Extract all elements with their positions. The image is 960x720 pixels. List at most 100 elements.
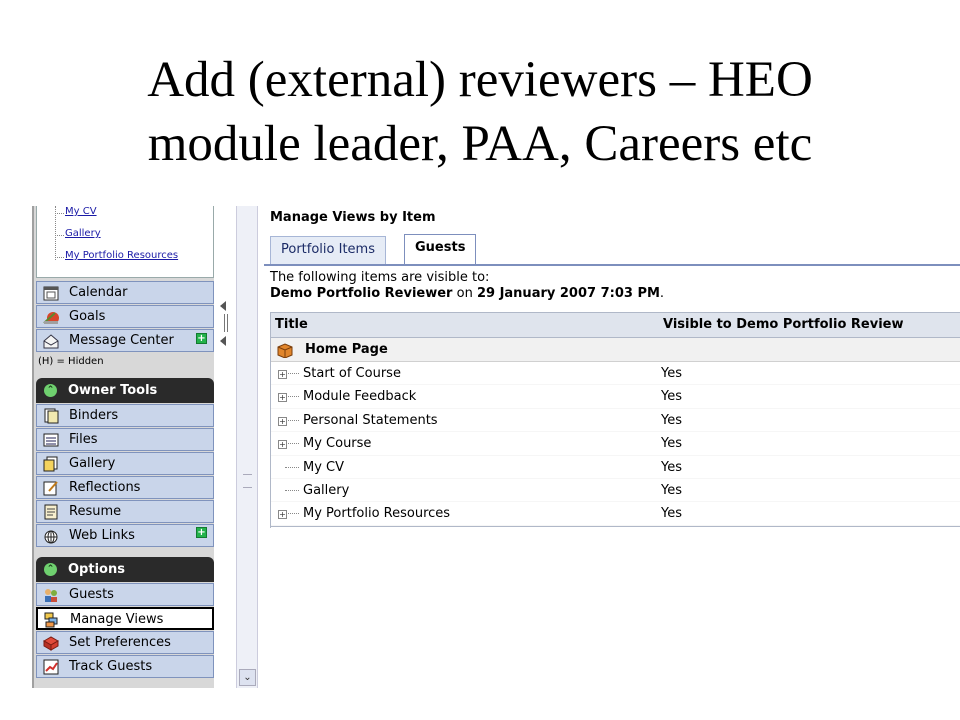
panel-splitter[interactable] bbox=[214, 206, 236, 688]
collapse-chevron-icon[interactable]: ⌃ bbox=[44, 563, 57, 576]
sidebar-item-set-preferences[interactable]: Set Preferences bbox=[36, 631, 214, 654]
visible-date: 29 January 2007 7:03 PM bbox=[476, 286, 660, 301]
tree-link-portfolio-resources[interactable]: My Portfolio Resources bbox=[65, 250, 178, 261]
expand-icon[interactable]: + bbox=[278, 416, 287, 426]
row-visible: Yes bbox=[661, 482, 682, 498]
sidebar-item-label: Track Guests bbox=[69, 659, 153, 674]
sidebar-scrollbar[interactable]: ⌄ bbox=[236, 206, 258, 688]
column-header-visible[interactable]: Visible to Demo Portfolio Review bbox=[663, 313, 904, 337]
tree-connector bbox=[288, 443, 299, 445]
visibility-detail: Demo Portfolio Reviewer on 29 January 20… bbox=[270, 286, 664, 302]
visibility-summary: The following items are visible to: Demo… bbox=[270, 270, 664, 302]
expand-icon[interactable]: + bbox=[278, 440, 287, 450]
table-row[interactable]: + Personal Statements Yes bbox=[271, 409, 960, 433]
sidebar-item-track-guests[interactable]: Track Guests bbox=[36, 655, 214, 678]
resume-icon bbox=[43, 504, 59, 520]
expand-icon[interactable]: + bbox=[278, 510, 287, 520]
track-guests-icon bbox=[43, 659, 59, 675]
tree-connector bbox=[288, 396, 299, 398]
table-row[interactable]: My CV Yes bbox=[271, 456, 960, 479]
sidebar-item-message-center[interactable]: Message Center + bbox=[36, 329, 214, 352]
tree-link-gallery[interactable]: Gallery bbox=[65, 228, 101, 239]
row-title: My Portfolio Resources bbox=[303, 506, 451, 522]
sidebar-item-gallery[interactable]: Gallery bbox=[36, 452, 214, 475]
box-icon bbox=[277, 342, 293, 359]
sentence-period: . bbox=[659, 286, 665, 301]
visibility-intro: The following items are visible to: bbox=[270, 270, 490, 285]
row-visible: Yes bbox=[661, 506, 682, 522]
row-visible: Yes bbox=[661, 366, 682, 381]
tab-divider bbox=[264, 264, 960, 266]
tree-link-my-cv[interactable]: My CV bbox=[65, 206, 97, 217]
splitter-grip-icon[interactable] bbox=[224, 314, 228, 332]
guests-icon bbox=[43, 587, 59, 603]
add-web-link-icon[interactable]: + bbox=[196, 527, 207, 538]
collapse-left-arrow-icon[interactable] bbox=[220, 336, 226, 346]
row-visible: Yes bbox=[661, 389, 682, 405]
page-title: Manage Views by Item bbox=[270, 210, 436, 225]
sidebar-item-manage-views[interactable]: Manage Views bbox=[36, 607, 214, 630]
expand-icon[interactable]: + bbox=[278, 370, 287, 379]
row-title: Gallery bbox=[303, 482, 350, 498]
group-label: Home Page bbox=[305, 342, 388, 357]
sidebar-item-label: Goals bbox=[69, 309, 106, 324]
options-header[interactable]: ⌃ Options bbox=[36, 557, 214, 582]
table-row[interactable]: + My Portfolio Resources Yes bbox=[271, 502, 960, 526]
tree-connector bbox=[288, 513, 299, 515]
tree-connector bbox=[55, 206, 56, 260]
owner-tools-label: Owner Tools bbox=[68, 383, 158, 398]
sidebar-item-files[interactable]: Files bbox=[36, 428, 214, 451]
collapse-left-arrow-icon[interactable] bbox=[220, 301, 226, 311]
row-title: Personal Statements bbox=[303, 412, 438, 428]
sidebar-item-label: Reflections bbox=[69, 480, 141, 495]
sidebar: My CV Gallery My Portfolio Resources Cal… bbox=[32, 206, 214, 688]
sidebar-item-guests[interactable]: Guests bbox=[36, 583, 214, 606]
sidebar-item-label: Web Links bbox=[69, 528, 135, 543]
tree-connector bbox=[285, 489, 299, 491]
tree-connector bbox=[285, 466, 299, 468]
sidebar-item-label: Gallery bbox=[69, 456, 116, 471]
table-row[interactable]: + Module Feedback Yes bbox=[271, 385, 960, 409]
row-title: Module Feedback bbox=[303, 389, 417, 405]
sidebar-item-calendar[interactable]: Calendar bbox=[36, 281, 214, 304]
sidebar-item-binders[interactable]: Binders bbox=[36, 404, 214, 427]
row-title: Start of Course bbox=[303, 366, 401, 381]
expand-icon[interactable]: + bbox=[278, 393, 287, 403]
table-bottom-border bbox=[271, 525, 960, 528]
sidebar-item-label: Manage Views bbox=[70, 612, 164, 627]
sidebar-item-resume[interactable]: Resume bbox=[36, 500, 214, 523]
collapse-chevron-icon[interactable]: ⌃ bbox=[44, 384, 57, 397]
sidebar-item-goals[interactable]: Goals bbox=[36, 305, 214, 328]
table-row[interactable]: + My Course Yes bbox=[271, 432, 960, 456]
scroll-grip-icon[interactable] bbox=[243, 474, 252, 488]
tab-portfolio-items[interactable]: Portfolio Items bbox=[270, 236, 386, 264]
calendar-icon bbox=[43, 285, 59, 301]
sidebar-item-reflections[interactable]: Reflections bbox=[36, 476, 214, 499]
hidden-legend: (H) = Hidden bbox=[38, 356, 104, 367]
table-row[interactable]: + Start of Course Yes bbox=[271, 362, 960, 386]
sidebar-item-label: Calendar bbox=[69, 285, 128, 300]
scroll-down-button[interactable]: ⌄ bbox=[239, 669, 256, 686]
row-visible: Yes bbox=[661, 412, 682, 428]
envelope-icon bbox=[43, 333, 59, 349]
table-row[interactable]: Gallery Yes bbox=[271, 479, 960, 503]
sidebar-item-label: Guests bbox=[69, 587, 114, 602]
sidebar-item-label: Set Preferences bbox=[69, 635, 171, 650]
reviewer-name: Demo Portfolio Reviewer bbox=[270, 286, 453, 301]
sidebar-item-label: Binders bbox=[69, 408, 119, 423]
tab-guests[interactable]: Guests bbox=[404, 234, 477, 265]
column-header-title[interactable]: Title bbox=[275, 313, 308, 337]
files-icon bbox=[43, 432, 59, 448]
add-message-icon[interactable]: + bbox=[196, 333, 207, 344]
app-screenshot: My CV Gallery My Portfolio Resources Cal… bbox=[0, 206, 960, 690]
group-row-home-page[interactable]: Home Page bbox=[271, 338, 960, 362]
owner-tools-header[interactable]: ⌃ Owner Tools bbox=[36, 378, 214, 403]
row-title: My CV bbox=[303, 459, 345, 475]
manage-views-icon bbox=[44, 612, 60, 628]
slide-title-line-1: Add (external) reviewers – HEO bbox=[147, 52, 813, 108]
sidebar-item-label: Files bbox=[69, 432, 98, 447]
tree-connector bbox=[55, 257, 64, 258]
binders-icon bbox=[43, 408, 59, 424]
goals-icon bbox=[43, 309, 59, 325]
sidebar-item-web-links[interactable]: Web Links + bbox=[36, 524, 214, 547]
